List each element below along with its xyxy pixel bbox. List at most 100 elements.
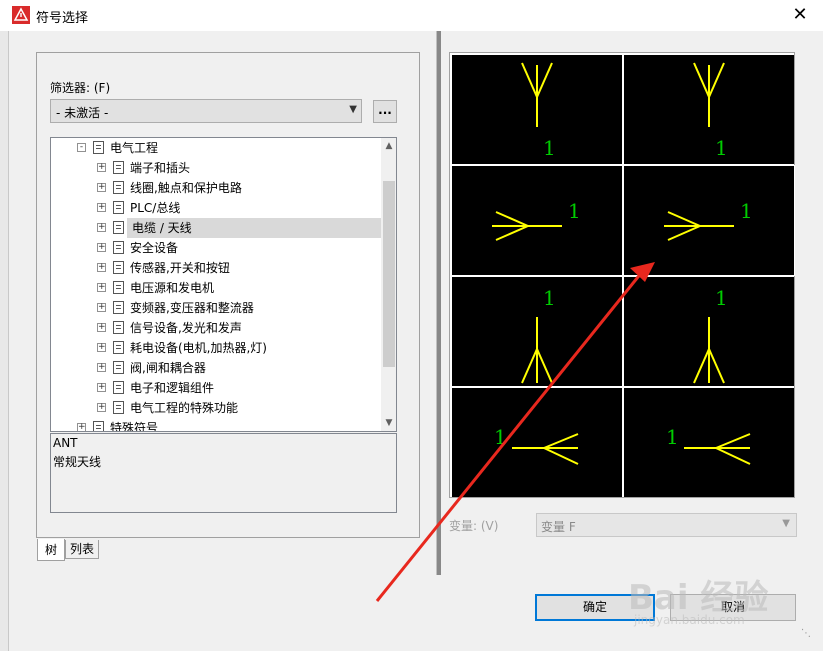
symbol-variant-cell[interactable]: 1 <box>452 55 622 164</box>
symbol-variant-cell[interactable]: 1 <box>452 277 622 386</box>
pin-label: 1 <box>740 199 753 223</box>
tree-item-label: 电压源和发电机 <box>130 281 215 295</box>
pin-label: 1 <box>715 286 728 310</box>
symbol-folder-icon <box>113 161 124 174</box>
window-title: 符号选择 <box>36 11 89 26</box>
expand-icon[interactable]: + <box>97 383 106 392</box>
pin-label: 1 <box>543 136 556 160</box>
antenna-symbol-icon: 1 <box>521 286 556 384</box>
tree-item[interactable]: + 电压源和发电机 <box>51 278 381 298</box>
tree-item-label: 特殊符号 <box>110 421 159 432</box>
tree-item[interactable]: + 端子和插头 <box>51 158 381 178</box>
warning-app-icon <box>12 6 30 24</box>
tree-item[interactable]: + 阀,闸和耦合器 <box>51 358 381 378</box>
tree-item[interactable]: + 传感器,开关和按钮 <box>51 258 381 278</box>
symbol-name: 常规天线 <box>53 455 102 469</box>
symbol-variant-cell[interactable]: 1 <box>624 277 794 386</box>
resize-grip-icon[interactable]: ⋱ <box>801 628 815 642</box>
tree-item-label: 耗电设备(电机,加热器,灯) <box>130 341 267 355</box>
tree-item-label: 线圈,触点和保护电路 <box>130 181 242 195</box>
tree-item-label: 传感器,开关和按钮 <box>130 261 230 275</box>
tree-item-special-symbols[interactable]: + 特殊符号 <box>51 418 381 432</box>
close-button[interactable]: ✕ <box>788 3 812 27</box>
expand-icon[interactable]: + <box>97 403 106 412</box>
symbol-tree[interactable]: - 电气工程 + 端子和插头 + 线圈,触点和保护电路 + PLC/总线 + 电缆 / 天线 + 安全… <box>50 137 397 432</box>
expand-icon[interactable]: + <box>97 203 106 212</box>
symbol-folder-icon <box>113 341 124 354</box>
tree-item[interactable]: + 线圈,触点和保护电路 <box>51 178 381 198</box>
tree-item-label: 阀,闸和耦合器 <box>130 361 206 375</box>
chevron-down-icon: ▼ <box>349 104 357 115</box>
symbol-preview-grid: 1 1 1 1 1 1 1 1 <box>449 52 795 498</box>
antenna-symbol-icon: 1 <box>664 199 753 241</box>
symbol-folder-icon <box>113 241 124 254</box>
ok-button[interactable]: 确定 <box>535 594 655 621</box>
symbol-folder-icon <box>93 421 104 431</box>
pin-label: 1 <box>494 425 507 449</box>
symbol-variant-cell[interactable]: 1 <box>623 165 795 276</box>
expand-icon[interactable]: + <box>97 223 106 232</box>
symbol-folder-icon <box>113 201 124 214</box>
expand-icon[interactable]: + <box>97 183 106 192</box>
antenna-symbol-icon: 1 <box>521 62 556 160</box>
symbol-folder-icon <box>113 361 124 374</box>
expand-icon[interactable]: + <box>97 363 106 372</box>
filter-dropdown[interactable]: - 未激活 - ▼ <box>50 99 362 123</box>
title-bar: 符号选择 ✕ <box>0 0 823 31</box>
chevron-down-icon: ▼ <box>782 518 790 529</box>
expand-icon[interactable]: + <box>97 263 106 272</box>
symbol-folder-icon <box>113 381 124 394</box>
symbol-description: ANT 常规天线 <box>50 433 397 513</box>
tree-item-label: 端子和插头 <box>130 161 191 175</box>
tree-item-label: PLC/总线 <box>130 201 181 215</box>
symbol-variant-cell[interactable]: 1 <box>624 55 794 164</box>
tree-item[interactable]: + 电气工程的特殊功能 <box>51 398 381 418</box>
tree-item-label: 电气工程的特殊功能 <box>130 401 239 415</box>
tree-item[interactable]: + 耗电设备(电机,加热器,灯) <box>51 338 381 358</box>
tree-item[interactable]: + 变频器,变压器和整流器 <box>51 298 381 318</box>
variant-selected-value: 变量 F <box>541 520 576 534</box>
pin-label: 1 <box>543 286 556 310</box>
expand-icon[interactable]: + <box>97 303 106 312</box>
pane-splitter[interactable] <box>436 31 441 575</box>
collapse-icon[interactable]: - <box>77 143 86 152</box>
background-window-edge <box>0 31 9 651</box>
tree-item-root[interactable]: - 电气工程 <box>51 138 381 158</box>
tab-tree[interactable]: 树 <box>37 539 65 561</box>
scroll-down-icon[interactable]: ▼ <box>381 415 396 431</box>
tree-item[interactable]: + 电子和逻辑组件 <box>51 378 381 398</box>
symbol-variant-cell[interactable]: 1 <box>452 388 622 497</box>
tree-item-label: 电缆 / 天线 <box>132 221 192 235</box>
antenna-symbol-icon: 1 <box>666 425 751 465</box>
expand-icon[interactable]: + <box>97 283 106 292</box>
tree-item[interactable]: 电缆 / 天线 <box>127 218 381 238</box>
filter-more-button[interactable]: ... <box>373 100 397 123</box>
symbol-folder-icon <box>113 321 124 334</box>
tree-item[interactable]: + PLC/总线 <box>51 198 381 218</box>
tree-item-label: 信号设备,发光和发声 <box>130 321 242 335</box>
tree-item-label: 变频器,变压器和整流器 <box>130 301 254 315</box>
symbol-folder-icon <box>113 401 124 414</box>
expand-icon[interactable]: + <box>97 323 106 332</box>
tree-item[interactable]: + 信号设备,发光和发声 <box>51 318 381 338</box>
variant-dropdown[interactable]: 变量 F ▼ <box>536 513 797 537</box>
expand-icon[interactable]: + <box>97 243 106 252</box>
symbol-variant-cell[interactable]: 1 <box>624 388 794 497</box>
symbol-folder-icon <box>113 221 124 234</box>
scroll-up-icon[interactable]: ▲ <box>381 138 396 154</box>
symbol-folder-icon <box>113 261 124 274</box>
expand-icon[interactable]: + <box>77 423 86 431</box>
tree-item-label: 电气工程 <box>110 141 159 155</box>
tab-list[interactable]: 列表 <box>65 540 99 559</box>
pin-label: 1 <box>715 136 728 160</box>
tree-item[interactable]: + 安全设备 <box>51 238 381 258</box>
pin-label: 1 <box>568 199 581 223</box>
tree-scrollbar-thumb[interactable] <box>383 181 395 367</box>
expand-icon[interactable]: + <box>97 163 106 172</box>
cancel-button[interactable]: 取消 <box>670 594 796 621</box>
expand-icon[interactable]: + <box>97 343 106 352</box>
symbol-folder-icon <box>113 301 124 314</box>
symbol-variant-cell[interactable]: 1 <box>452 166 622 275</box>
tree-item-label: 安全设备 <box>130 241 179 255</box>
pin-label: 1 <box>666 425 679 449</box>
